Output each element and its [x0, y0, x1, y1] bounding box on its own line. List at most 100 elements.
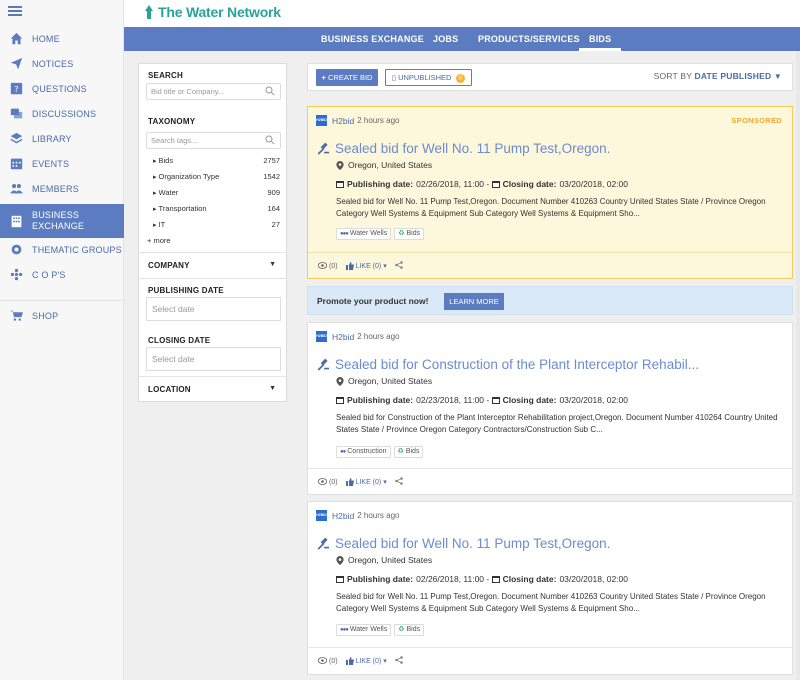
share-icon[interactable]: [394, 477, 403, 487]
bid-dates: Publishing date: 02/23/2018, 11:00 - Clo…: [336, 395, 628, 405]
chevron-down-icon: ▼: [269, 385, 276, 392]
taxonomy-item-it[interactable]: IT27: [153, 217, 280, 232]
gear-group-icon: [0, 243, 32, 256]
bid-card[interactable]: H2BID H2bid 2 hours ago Sealed bid for C…: [307, 322, 793, 495]
more-taxonomy-link[interactable]: + more: [147, 236, 171, 245]
hamburger-menu-icon[interactable]: [8, 6, 22, 16]
tag-pill[interactable]: ●●● Water Wells: [336, 624, 392, 636]
dots-icon: ●●●: [340, 627, 349, 633]
search-icon[interactable]: [265, 135, 275, 145]
bid-title[interactable]: Sealed bid for Well No. 11 Pump Test,Ore…: [316, 536, 610, 551]
closing-date-input[interactable]: Select date: [146, 347, 281, 371]
taxonomy-item-transportation[interactable]: Transportation164: [153, 201, 280, 216]
sort-by-dropdown[interactable]: SORT BY DATE PUBLISHED ▼: [654, 71, 782, 81]
publishing-date-placeholder: Select date: [152, 304, 195, 314]
unpublished-button[interactable]: ▯ UNPUBLISHED 0: [385, 69, 472, 86]
nav-item-home[interactable]: HOME: [0, 26, 124, 51]
home-icon: [0, 32, 32, 45]
gavel-icon: [317, 358, 329, 371]
like-button[interactable]: LIKE (0) ▾: [345, 262, 387, 270]
company-filter-toggle[interactable]: COMPANY ▼: [139, 253, 286, 278]
bid-title-text: Sealed bid for Construction of the Plant…: [335, 357, 699, 372]
tags-placeholder: Search tags...: [151, 136, 198, 145]
tags-search-input[interactable]: Search tags...: [146, 132, 281, 149]
taxonomy-item-water[interactable]: Water909: [153, 185, 280, 200]
like-button[interactable]: LIKE (0) ▾: [345, 478, 387, 486]
nav-item-events[interactable]: EVENTS: [0, 151, 124, 176]
bid-location: Oregon, United States: [336, 555, 432, 565]
tab-products-services[interactable]: PRODUCTS/SERVICES: [478, 27, 580, 51]
closing-date-placeholder: Select date: [152, 354, 195, 364]
brand-logo[interactable]: The Water Network: [143, 2, 281, 22]
nav-item-questions[interactable]: ? QUESTIONS: [0, 76, 124, 101]
nav-item-label: EVENTS: [32, 158, 70, 169]
view-count: (0): [329, 657, 338, 665]
nav-item-discussions[interactable]: DISCUSSIONS: [0, 101, 124, 126]
publishing-date-input[interactable]: Select date: [146, 297, 281, 321]
tag-pill[interactable]: ●● Construction: [336, 446, 391, 458]
share-icon[interactable]: [394, 261, 403, 271]
location-filter-toggle[interactable]: LOCATION ▼: [139, 377, 286, 402]
taxonomy-item-organization-type[interactable]: Organization Type1542: [153, 169, 280, 184]
source-logo: H2BID: [316, 510, 327, 521]
bid-card[interactable]: H2BID H2bid 2 hours ago Sealed bid for W…: [307, 501, 793, 675]
bid-tags: ●● Construction ♻ Bids: [336, 446, 426, 458]
like-button[interactable]: LIKE (0) ▾: [345, 657, 387, 665]
filter-panel: SEARCH Bid title or Company... TAXONOMY …: [138, 63, 287, 402]
bid-title[interactable]: Sealed bid for Well No. 11 Pump Test,Ore…: [316, 141, 610, 156]
learn-more-button[interactable]: LEARN MORE: [444, 293, 504, 310]
tab-jobs[interactable]: JOBS: [433, 27, 458, 51]
publishing-date-title: PUBLISHING DATE: [148, 286, 224, 295]
taxonomy-item-bids[interactable]: Bids2757: [153, 153, 280, 168]
search-icon[interactable]: [265, 86, 275, 96]
card-footer: (0) LIKE (0) ▾: [317, 656, 403, 666]
snowflake-icon: [0, 268, 32, 281]
bid-title-text: Sealed bid for Well No. 11 Pump Test,Ore…: [335, 141, 611, 156]
tag-pill[interactable]: ♻ Bids: [394, 228, 425, 240]
calendar-icon: [336, 180, 344, 188]
search-placeholder: Bid title or Company...: [151, 87, 225, 96]
plus-icon: +: [321, 73, 326, 82]
tag-pill[interactable]: ♻ Bids: [393, 446, 424, 458]
calendar-icon: [491, 575, 500, 583]
create-bid-button[interactable]: + CREATE BID: [316, 69, 378, 86]
create-bid-label: CREATE BID: [328, 73, 373, 82]
nav-item-library[interactable]: LIBRARY: [0, 126, 124, 151]
gavel-icon: [317, 142, 329, 155]
bid-tags: ●●● Water Wells ♻ Bids: [336, 624, 427, 636]
nav-item-business-exchange[interactable]: BUSINESS EXCHANGE: [0, 204, 124, 238]
nav-item-members[interactable]: MEMBERS: [0, 176, 124, 201]
view-count: (0): [329, 478, 338, 486]
bid-description: Sealed bid for Well No. 11 Pump Test,Ore…: [336, 197, 766, 218]
bid-title[interactable]: Sealed bid for Construction of the Plant…: [316, 357, 699, 372]
scrollbar[interactable]: [796, 51, 800, 680]
sponsored-label: SPONSORED: [731, 116, 782, 125]
nav-item-label: MEMBERS: [32, 183, 79, 194]
tag-pill[interactable]: ♻ Bids: [394, 624, 425, 636]
layers-icon: [0, 132, 32, 145]
source-name[interactable]: H2bid: [332, 332, 354, 342]
card-source: H2BID H2bid 2 hours ago: [316, 115, 399, 126]
nav-item-cops[interactable]: C O P'S: [0, 262, 124, 287]
calendar-icon: [491, 180, 500, 188]
bid-card[interactable]: H2BID H2bid 2 hours ago SPONSORED Sealed…: [307, 106, 793, 279]
nav-item-shop[interactable]: SHOP: [0, 303, 124, 328]
nav-item-thematic-groups[interactable]: THEMATIC GROUPS: [0, 237, 124, 262]
source-name[interactable]: H2bid: [332, 116, 354, 126]
share-icon[interactable]: [394, 656, 403, 666]
tab-business-exchange[interactable]: BUSINESS EXCHANGE: [321, 27, 424, 51]
tab-bids[interactable]: BIDS: [578, 27, 622, 51]
bid-search-input[interactable]: Bid title or Company...: [146, 83, 281, 100]
document-icon: ▯: [391, 73, 396, 82]
location-section-title: LOCATION: [148, 385, 191, 394]
card-source: H2BID H2bid 2 hours ago: [316, 510, 399, 521]
post-time: 2 hours ago: [357, 511, 400, 520]
source-name[interactable]: H2bid: [332, 511, 354, 521]
recycle-icon: ♻: [397, 448, 404, 455]
tag-pill[interactable]: ●●● Water Wells: [336, 228, 392, 240]
nav-item-notices[interactable]: NOTICES: [0, 51, 124, 76]
eye-icon: [317, 261, 329, 271]
bid-title-text: Sealed bid for Well No. 11 Pump Test,Ore…: [335, 536, 611, 551]
nav-divider: [0, 300, 124, 301]
bid-description: Sealed bid for Well No. 11 Pump Test,Ore…: [336, 592, 766, 613]
